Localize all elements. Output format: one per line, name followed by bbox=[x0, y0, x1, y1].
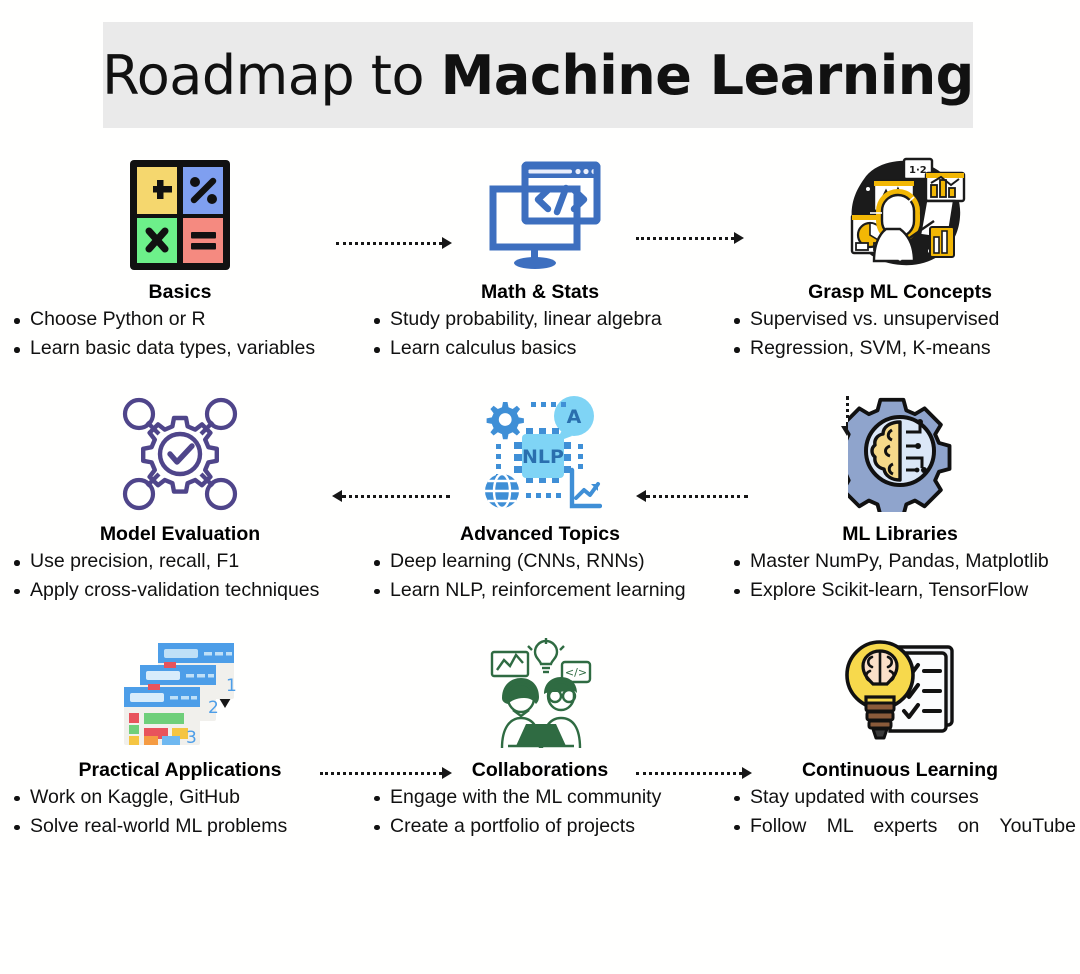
roadmap-grid: Basics Choose Python or R Learn basic da… bbox=[0, 150, 1080, 869]
step-card-ml-libraries: ML Libraries Master NumPy, Pandas, Matpl… bbox=[720, 386, 1080, 606]
step-bullets-collaborations: Engage with the ML community Create a po… bbox=[360, 784, 720, 840]
bullet-item: Apply cross-validation techniques bbox=[0, 577, 356, 605]
step-card-continuous-learning: Continuous Learning Stay updated with co… bbox=[720, 628, 1080, 869]
brain-bulb-checklist-icon bbox=[720, 628, 1080, 758]
step-title-ml-libraries: ML Libraries bbox=[842, 522, 958, 545]
svg-text:3: 3 bbox=[186, 728, 197, 748]
step-card-grasp-ml-concepts: 1·2 Grasp ML Concepts Supervised vs. uns… bbox=[720, 150, 1080, 364]
step-bullets-model-evaluation: Use precision, recall, F1 Apply cross-va… bbox=[0, 548, 360, 604]
gear-brain-circuit-icon bbox=[720, 386, 1080, 522]
bullet-item: Deep learning (CNNs, RNNs) bbox=[360, 548, 716, 576]
bullet-item: Create a portfolio of projects bbox=[360, 813, 716, 841]
step-title-basics: Basics bbox=[148, 281, 212, 303]
step-title-advanced-topics: Advanced Topics bbox=[459, 522, 620, 545]
svg-text:A: A bbox=[567, 406, 582, 428]
bullet-item: Explore Scikit-learn, TensorFlow bbox=[720, 577, 1076, 605]
svg-text:NLP: NLP bbox=[522, 446, 564, 468]
roadmap-row-1: Basics Choose Python or R Learn basic da… bbox=[0, 150, 1080, 364]
bullet-item: Engage with the ML community bbox=[360, 784, 716, 812]
bullet-item: Regression, SVM, K-means bbox=[720, 335, 1076, 363]
bullet-item: Supervised vs. unsupervised bbox=[720, 306, 1076, 334]
bullet-item: Follow ML experts on YouTube bbox=[720, 813, 1076, 868]
step-title-collaborations: Collaborations bbox=[471, 758, 609, 781]
bullet-item: Stay updated with courses bbox=[720, 784, 1076, 812]
page-title: Roadmap to Machine Learning bbox=[102, 44, 974, 107]
step-bullets-ml-libraries: Master NumPy, Pandas, Matplotlib Explore… bbox=[720, 548, 1080, 604]
step-title-grasp-ml-concepts: Grasp ML Concepts bbox=[808, 281, 992, 303]
step-bullets-practical-applications: Work on Kaggle, GitHub Solve real-world … bbox=[0, 784, 360, 840]
bullet-item: Learn NLP, reinforcement learning bbox=[360, 577, 716, 605]
team-laptop-icon: </> bbox=[360, 628, 720, 758]
gear-check-network-icon bbox=[0, 386, 360, 522]
step-bullets-math-stats: Study probability, linear algebra Learn … bbox=[360, 306, 720, 362]
step-card-collaborations: </> Collaborations Engage with the ML co… bbox=[360, 628, 720, 869]
stacked-boards-icon: 1 2 3 bbox=[0, 628, 360, 758]
nlp-chip-icon: A NLP bbox=[360, 386, 720, 522]
step-bullets-advanced-topics: Deep learning (CNNs, RNNs) Learn NLP, re… bbox=[360, 548, 720, 604]
step-card-advanced-topics: A NLP Advanced Topics Deep learning (CNN… bbox=[360, 386, 720, 606]
step-title-model-evaluation: Model Evaluation bbox=[99, 522, 261, 545]
bullet-item: Work on Kaggle, GitHub bbox=[0, 784, 356, 812]
step-card-math-stats: Math & Stats Study probability, linear a… bbox=[360, 150, 720, 364]
bullet-item: Study probability, linear algebra bbox=[360, 306, 716, 334]
bullet-item: Use precision, recall, F1 bbox=[0, 548, 356, 576]
svg-text:1·2: 1·2 bbox=[909, 165, 927, 176]
code-monitor-icon bbox=[360, 150, 720, 280]
bullet-item: Learn basic data types, variables bbox=[0, 335, 356, 363]
roadmap-row-2: Model Evaluation Use precision, recall, … bbox=[0, 386, 1080, 606]
page-title-light: Roadmap to bbox=[102, 43, 441, 107]
step-bullets-continuous-learning: Stay updated with courses Follow ML expe… bbox=[720, 784, 1080, 868]
step-card-basics: Basics Choose Python or R Learn basic da… bbox=[0, 150, 360, 364]
step-card-model-evaluation: Model Evaluation Use precision, recall, … bbox=[0, 386, 360, 606]
bullet-item: Master NumPy, Pandas, Matplotlib bbox=[720, 548, 1076, 576]
svg-text:2: 2 bbox=[208, 698, 219, 718]
bullet-item: Solve real-world ML problems bbox=[0, 813, 356, 841]
svg-text:</>: </> bbox=[565, 666, 587, 679]
bullet-item: Choose Python or R bbox=[0, 306, 356, 334]
svg-text:1: 1 bbox=[226, 676, 237, 696]
step-bullets-basics: Choose Python or R Learn basic data type… bbox=[0, 306, 360, 362]
step-title-continuous-learning: Continuous Learning bbox=[801, 758, 999, 781]
page-title-bold: Machine Learning bbox=[440, 43, 975, 107]
title-banner: Roadmap to Machine Learning bbox=[102, 22, 974, 128]
step-title-practical-applications: Practical Applications bbox=[78, 758, 282, 781]
data-scientist-dashboard-icon: 1·2 bbox=[720, 150, 1080, 280]
step-bullets-grasp-ml-concepts: Supervised vs. unsupervised Regression, … bbox=[720, 306, 1080, 362]
bullet-item: Learn calculus basics bbox=[360, 335, 716, 363]
roadmap-row-3: 1 2 3 Practical Applications Work on Kag… bbox=[0, 628, 1080, 869]
step-title-math-stats: Math & Stats bbox=[480, 281, 600, 303]
calculator-grid-icon bbox=[0, 150, 360, 280]
step-card-practical-applications: 1 2 3 Practical Applications Work on Kag… bbox=[0, 628, 360, 869]
